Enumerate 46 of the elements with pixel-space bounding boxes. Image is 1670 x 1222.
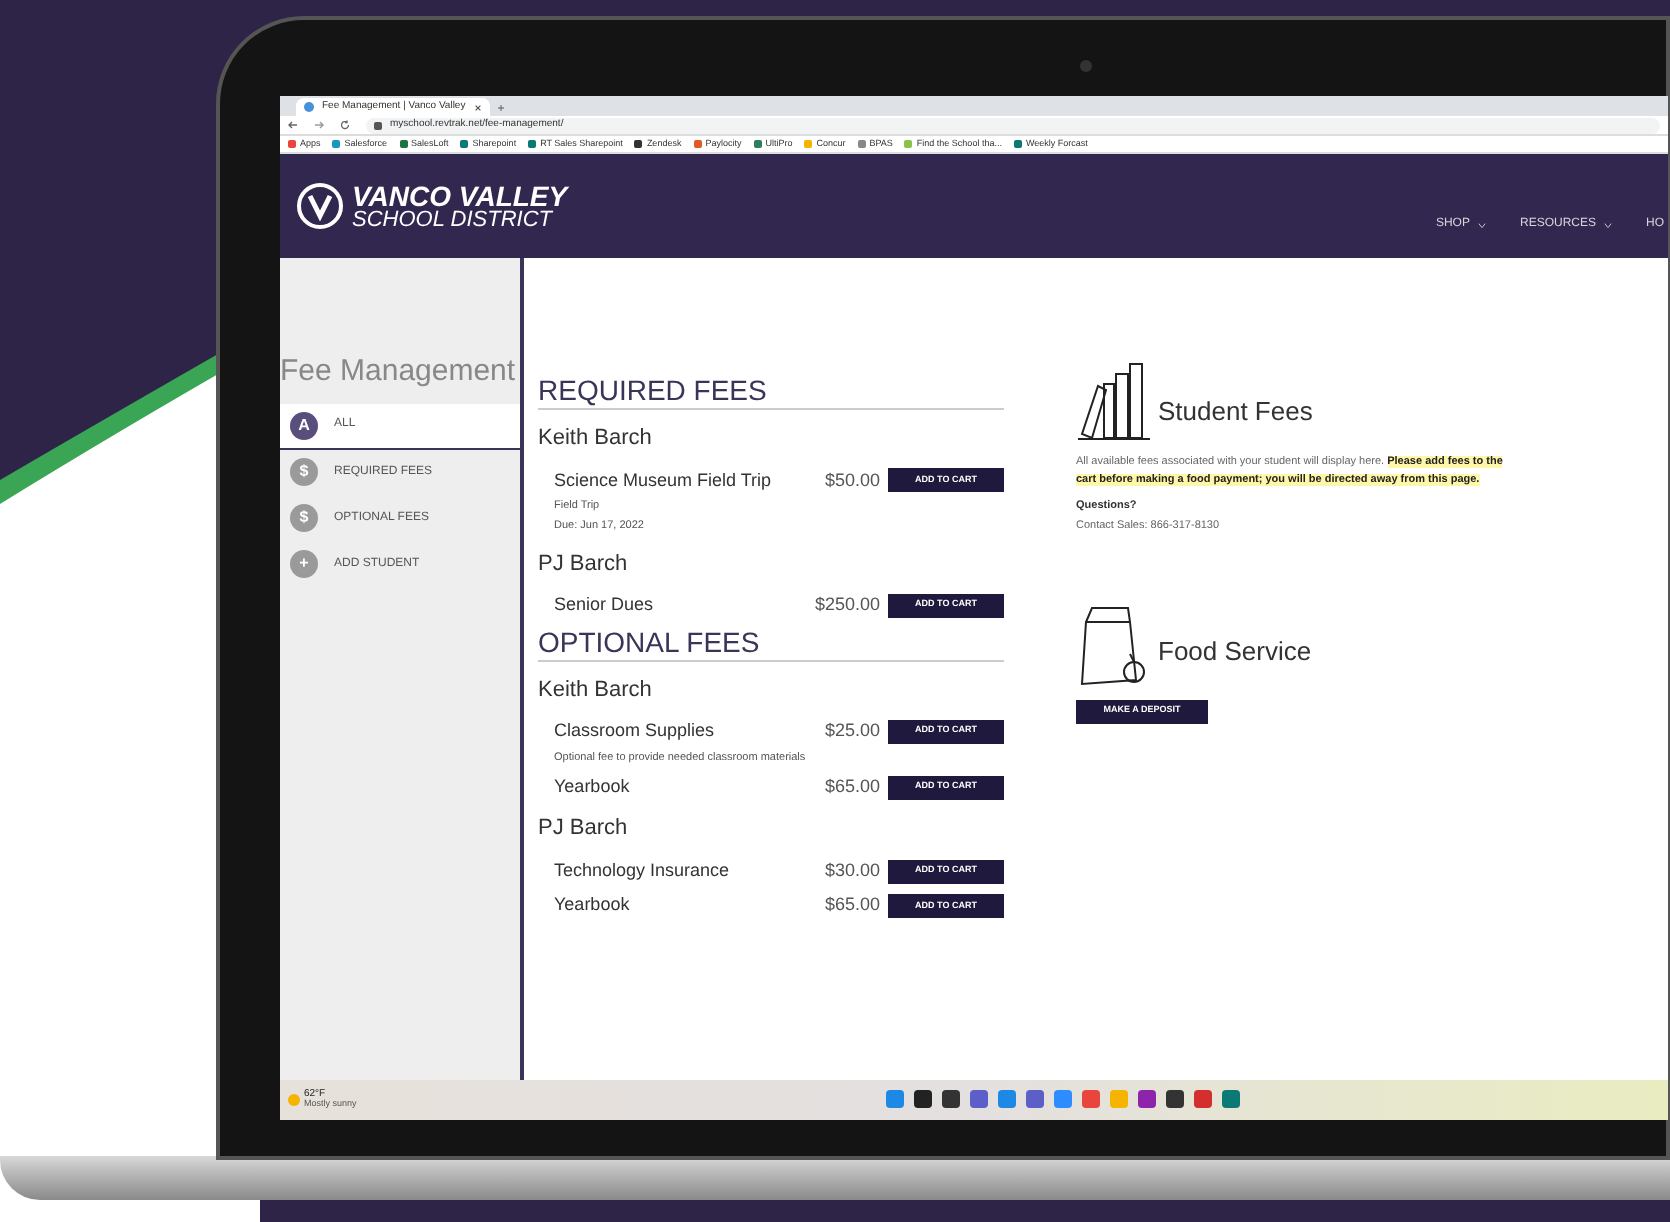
student-name: Keith Barch <box>538 424 654 454</box>
fee-name: Science Museum Field Trip <box>554 467 774 494</box>
student-name: PJ Barch <box>538 549 630 579</box>
fee-name: Classroom Supplies <box>554 718 717 744</box>
fee-name: Senior Dues <box>554 592 656 618</box>
bookmark-icon <box>857 140 866 148</box>
section-heading: REQUIRED FEES <box>538 376 1004 410</box>
info-heading: Student Fees <box>1158 393 1313 429</box>
chevron-down-icon <box>1602 221 1614 229</box>
logo-subtitle: SCHOOL DISTRICT <box>352 209 555 231</box>
bookmark-icon <box>1013 140 1022 148</box>
bookmark-icon <box>288 140 296 148</box>
back-arrow-icon[interactable] <box>288 120 298 130</box>
fee-price: $30.00 <box>822 857 880 884</box>
bookmark-icon <box>332 140 341 148</box>
bookmark-icon <box>399 140 408 148</box>
bookmark-icon <box>528 140 537 148</box>
bookmark-icon <box>460 140 469 148</box>
fee-price: $25.00 <box>822 718 880 744</box>
app-icon[interactable] <box>942 1090 960 1108</box>
fee-price: $65.00 <box>822 892 880 919</box>
camera-icon <box>1080 60 1092 72</box>
sun-icon <box>288 1094 300 1106</box>
bookmark-icon <box>904 140 913 148</box>
bookmark-icon <box>804 140 813 148</box>
student-name: PJ Barch <box>538 814 630 845</box>
fee-price: $250.00 <box>812 592 880 618</box>
reload-icon[interactable] <box>340 120 350 130</box>
forward-arrow-icon[interactable] <box>314 120 324 130</box>
info-heading: Food Service <box>1158 634 1312 670</box>
fee-price: $65.00 <box>822 773 880 800</box>
fee-name: Yearbook <box>554 892 632 919</box>
fee-name: Yearbook <box>554 773 632 800</box>
sidebar-title: Fee Management <box>280 352 518 392</box>
close-icon[interactable] <box>473 103 482 111</box>
fee-name: Technology Insurance <box>554 857 732 884</box>
logo-title: VANCO VALLEY <box>352 181 568 209</box>
fee-price: $50.00 <box>822 467 880 493</box>
books-icon <box>1076 362 1152 442</box>
section-heading: OPTIONAL FEES <box>538 627 1004 661</box>
bookmark-icon <box>693 140 702 148</box>
logo-icon <box>296 182 344 230</box>
student-name: Keith Barch <box>538 675 654 705</box>
bookmark-icon <box>634 140 643 148</box>
chevron-down-icon <box>1475 221 1488 229</box>
bookmark-icon <box>753 140 762 148</box>
